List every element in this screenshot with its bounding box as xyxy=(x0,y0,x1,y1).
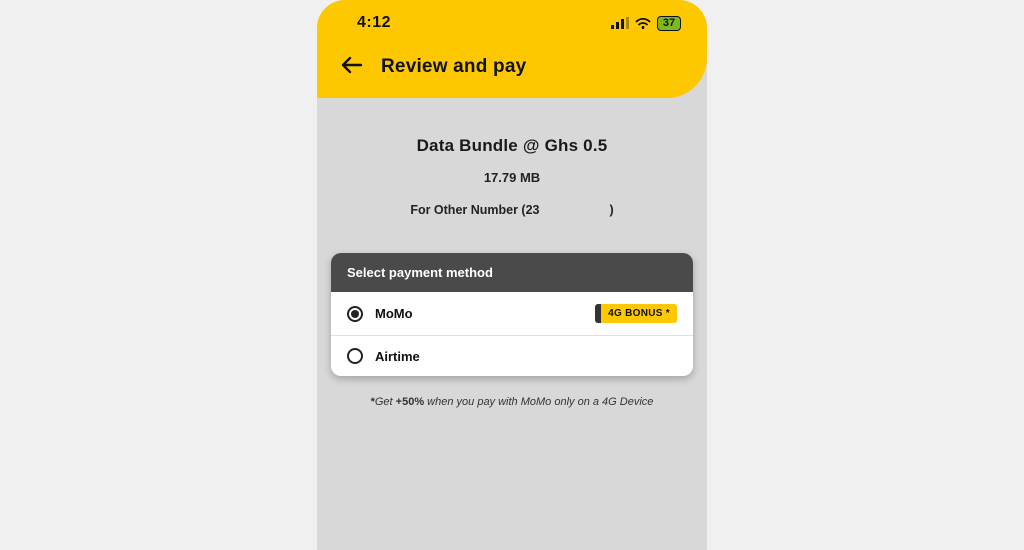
battery-icon: 37 xyxy=(657,16,681,31)
payment-option-label: Airtime xyxy=(375,349,677,364)
recipient-suffix: ) xyxy=(610,203,614,217)
recipient-line: For Other Number (23) xyxy=(337,203,687,217)
bundle-title: Data Bundle @ Ghs 0.5 xyxy=(337,136,687,156)
page-title: Review and pay xyxy=(381,56,526,78)
payment-card-title: Select payment method xyxy=(331,253,693,292)
payment-option-momo[interactable]: MoMo 4G BONUS * xyxy=(331,292,693,335)
payment-option-label: MoMo xyxy=(375,306,583,321)
title-row: Review and pay xyxy=(317,42,707,80)
footnote-lead: Get xyxy=(375,396,396,408)
status-icons: 37 xyxy=(611,16,681,31)
radio-unselected-icon xyxy=(347,348,363,364)
status-bar: 4:12 xyxy=(317,0,707,42)
purchase-summary: Data Bundle @ Ghs 0.5 17.79 MB For Other… xyxy=(317,98,707,243)
app-header: 4:12 xyxy=(317,0,707,98)
footnote-tail: when you pay with MoMo only on a 4G Devi… xyxy=(424,396,653,408)
radio-selected-icon xyxy=(347,306,363,322)
recipient-prefix: For Other Number (23 xyxy=(410,203,539,217)
payment-option-airtime[interactable]: Airtime xyxy=(331,335,693,376)
wifi-icon xyxy=(635,17,651,29)
back-icon[interactable] xyxy=(341,56,363,78)
bundle-amount: 17.79 MB xyxy=(337,170,687,185)
signal-icon xyxy=(611,17,629,29)
phone-frame: 4:12 xyxy=(317,0,707,550)
bonus-footnote: *Get +50% when you pay with MoMo only on… xyxy=(317,376,707,408)
payment-method-card: Select payment method MoMo 4G BONUS * Ai… xyxy=(331,253,693,376)
footnote-bold: +50% xyxy=(396,396,424,408)
bonus-badge: 4G BONUS * xyxy=(595,304,677,323)
status-time: 4:12 xyxy=(357,14,391,32)
